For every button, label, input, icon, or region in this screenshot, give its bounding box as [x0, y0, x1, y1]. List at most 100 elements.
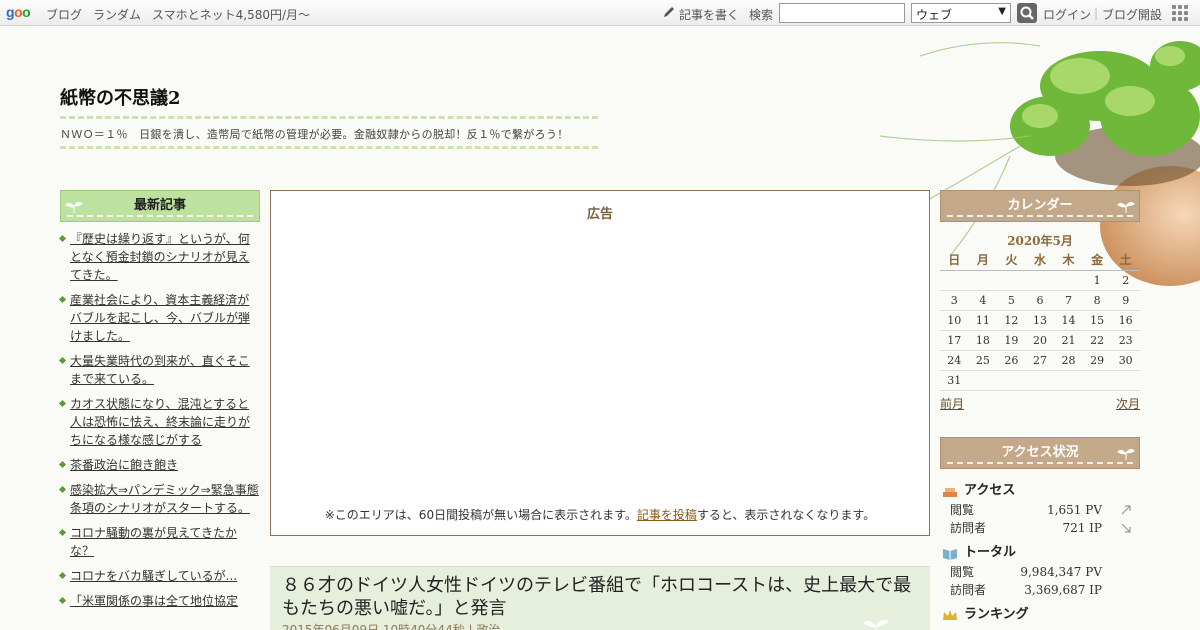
weekday-label: 土: [1111, 250, 1140, 271]
recent-article-link[interactable]: カオス状態になり、混沌とすると人は恐怖に怯え、終末論に走りがちになる様な感じがす…: [70, 397, 250, 447]
calendar-day: 7: [1054, 290, 1083, 311]
login-link[interactable]: ログイン: [1043, 6, 1091, 23]
calendar-heading: カレンダー: [940, 190, 1140, 222]
calendar-weekday-row: 日 月 火 水 木 金 土: [940, 250, 1140, 271]
weekday-label: 金: [1082, 250, 1112, 271]
recent-article-link[interactable]: 産業社会により、資本主義経済がバブルを起こし、今、バブルが弾けました。: [70, 293, 250, 343]
article-entry: ８６才のドイツ人女性ドイツのテレビ番組で「ホロコーストは、史上最大で最もたちの悪…: [270, 566, 930, 630]
nav-smartphone-ad-link[interactable]: スマホとネット4,580円/月～: [152, 6, 310, 23]
calendar-day: [1054, 270, 1083, 291]
calendar-day: 4: [968, 290, 998, 311]
access-label: 訪問者: [950, 520, 987, 535]
search-input[interactable]: [779, 3, 905, 23]
calendar-day: 2: [1111, 270, 1140, 291]
search-scope-select[interactable]: ウェブ ▼: [911, 3, 1011, 23]
calendar-day: 22: [1082, 330, 1112, 351]
total-row: 訪問者 3,369,687 IP: [940, 581, 1140, 599]
nav-random-link[interactable]: ランダム: [93, 6, 141, 23]
pencil-icon: [664, 7, 674, 17]
weekday-label: 月: [968, 250, 998, 271]
calendar-week-row: 17 18 19 20 21 22 23: [940, 330, 1140, 351]
search-icon: [1020, 6, 1034, 20]
article-title-link[interactable]: ８６才のドイツ人女性ドイツのテレビ番組で「ホロコーストは、史上最大で最もたちの悪…: [282, 574, 922, 620]
calendar-day: 14: [1054, 310, 1083, 331]
calendar-day: 13: [1025, 310, 1055, 331]
recent-article-link[interactable]: 『歴史は繰り返す』というが、何となく預金封鎖のシナリオが見えてきた。: [70, 232, 250, 282]
access-label: 閲覧: [950, 502, 975, 517]
access-value: 721 IP: [1062, 520, 1102, 535]
blog-title[interactable]: 紙幣の不思議2: [60, 84, 181, 110]
calendar-day: 26: [997, 350, 1026, 371]
next-month-link[interactable]: 次月: [1116, 395, 1140, 412]
list-item: 大量失業時代の到来が、直ぐそこまで来ている。: [60, 352, 260, 388]
calendar-day: 9: [1111, 290, 1140, 311]
open-blog-link[interactable]: ブログ開設: [1102, 6, 1162, 23]
access-title: アクセス状況: [1001, 444, 1079, 460]
global-header-bar: goo ブログ ランダム スマホとネット4,580円/月～ 記事を書く 検索 ウ…: [0, 0, 1200, 26]
ad-area: 広告 ※このエリアは、60日間投稿が無い場合に表示されます。記事を投稿すると、表…: [270, 190, 930, 536]
calendar-week-row: 3456789: [940, 290, 1140, 311]
calendar-month: 2020年5月: [1007, 234, 1073, 248]
calendar-day: 20: [1025, 330, 1055, 351]
calendar-week-row: 12: [940, 270, 1140, 291]
calendar-day: 21: [1054, 330, 1083, 351]
calendar-day: [1054, 370, 1083, 391]
weekday-label: 日: [940, 250, 969, 271]
access-subheading: アクセス: [940, 481, 1140, 501]
recent-article-link[interactable]: 茶番政治に飽き飽き: [70, 458, 178, 472]
ad-note-prefix: ※このエリアは、60日間投稿が無い場合に表示されます。: [324, 508, 637, 522]
ad-note-suffix: すると、表示されなくなります。: [696, 508, 876, 522]
arrow-down-right-icon: [1121, 523, 1131, 533]
recent-articles-title: 最新記事: [133, 198, 186, 213]
list-item: カオス状態になり、混沌とすると人は恐怖に怯え、終末論に走りがちになる様な感じがす…: [60, 395, 260, 449]
calendar-day: [997, 270, 1026, 291]
book-icon: [943, 548, 957, 560]
search-button[interactable]: [1017, 3, 1037, 23]
calendar-day: [1082, 370, 1112, 391]
write-article-link[interactable]: 記事を書く: [679, 6, 739, 23]
total-value: 3,369,687 IP: [1024, 582, 1102, 597]
recent-article-link[interactable]: コロナをバカ騒ぎしているが...: [70, 569, 237, 583]
calendar-day: 1: [1082, 270, 1112, 291]
search-label: 検索: [749, 8, 774, 22]
goo-logo[interactable]: goo: [6, 4, 31, 20]
sprout-icon: [65, 201, 83, 213]
calendar-navigation: 前月 次月: [940, 393, 1140, 413]
calendar-day: 24: [940, 350, 969, 371]
calendar-day: [968, 370, 998, 391]
list-item: 茶番政治に飽き飽き: [60, 456, 260, 474]
weekday-label: 木: [1054, 250, 1083, 271]
recent-article-link[interactable]: 「米軍関係の事は全て地位協定: [70, 594, 238, 608]
prev-month-link[interactable]: 前月: [940, 395, 964, 412]
header-divider: [60, 146, 598, 149]
calendar-day: [968, 270, 998, 291]
right-sidebar: カレンダー 2020年5月 日 月 火 水 木 金 土 1 2 3 4 5 6 7 8 9 10 1…: [940, 190, 1140, 625]
recent-article-link[interactable]: 大量失業時代の到来が、直ぐそこまで来ている。: [70, 354, 250, 386]
calendar-day: 19: [997, 330, 1026, 351]
list-item: コロナ騒動の裏が見えてきたかな？: [60, 524, 260, 560]
total-label: 訪問者: [950, 582, 987, 597]
calendar-day: 18: [968, 330, 998, 351]
calendar-day: 8: [1082, 290, 1112, 311]
crown-icon: [943, 609, 957, 620]
ad-title: 広告: [586, 207, 613, 222]
recent-article-link[interactable]: 感染拡大⇒パンデミック⇒緊急事態条項のシナリオがスタートする。: [70, 483, 259, 515]
list-item: 「米軍関係の事は全て地位協定: [60, 592, 260, 610]
weekday-label: 水: [1025, 250, 1055, 271]
access-stats: アクセス 閲覧 1,651 PV 訪問者 721 IP トータル 閲覧 9,98…: [940, 481, 1140, 625]
sprout-icon: [1117, 448, 1135, 460]
calendar-day: 11: [968, 310, 998, 331]
recent-article-link[interactable]: コロナ騒動の裏が見えてきたかな？: [70, 526, 237, 558]
calendar-day: 3: [940, 290, 969, 311]
calendar-day: 16: [1111, 310, 1140, 331]
list-item: 『歴史は繰り返す』というが、何となく預金封鎖のシナリオが見えてきた。: [60, 230, 260, 284]
calendar-day: [940, 270, 969, 291]
apps-grid-icon[interactable]: [1172, 5, 1188, 21]
nav-blog-link[interactable]: ブログ: [46, 6, 82, 23]
list-item: コロナをバカ騒ぎしているが...: [60, 567, 260, 585]
calendar-title: カレンダー: [1007, 198, 1073, 213]
calendar-week-row: 24 25 26 27 28 29 30: [940, 350, 1140, 371]
nav-divider: |: [1094, 6, 1099, 20]
post-article-link[interactable]: 記事を投稿: [637, 508, 697, 522]
calendar-body: 1 2 3 4 5 6 7 8 9 10 11 12 13 14 15 16 17 18 19 20 21 22 23 24 2…: [940, 270, 1140, 391]
